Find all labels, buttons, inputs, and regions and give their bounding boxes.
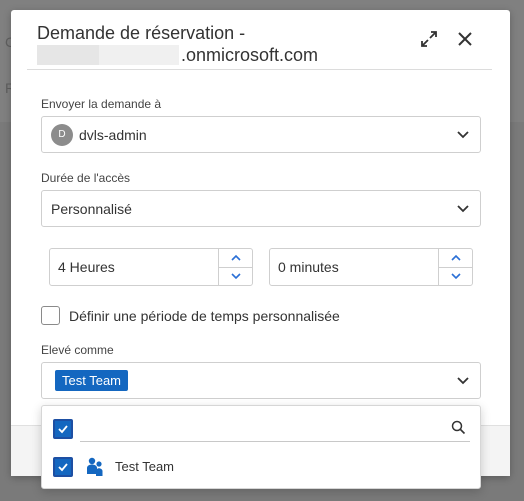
- team-option-checkbox[interactable]: [53, 457, 73, 477]
- select-all-checkbox[interactable]: [53, 419, 73, 439]
- custom-period-checkbox[interactable]: [41, 306, 60, 325]
- chevron-down-icon: [456, 201, 470, 218]
- send-to-value: dvls-admin: [79, 126, 147, 143]
- hours-decrement-button[interactable]: [219, 266, 252, 286]
- elevated-as-label: Elevé comme: [41, 343, 114, 357]
- dialog-title-line1: Demande de réservation -: [37, 23, 246, 43]
- redacted-tenant: [37, 45, 179, 65]
- team-dropdown-panel: Test Team: [41, 405, 481, 489]
- send-to-select[interactable]: D dvls-admin: [41, 116, 481, 153]
- elevated-as-select[interactable]: Test Team: [41, 362, 481, 399]
- chevron-down-icon: [456, 373, 470, 390]
- chevron-down-icon: [456, 127, 470, 144]
- check-icon: [55, 421, 71, 437]
- search-icon[interactable]: [451, 420, 466, 440]
- hours-value[interactable]: 4 Heures: [50, 259, 218, 275]
- dropdown-search-input[interactable]: [80, 414, 470, 442]
- minutes-value[interactable]: 0 minutes: [270, 259, 438, 275]
- chevron-up-icon: [230, 254, 241, 261]
- hours-stepper-buttons: [218, 249, 252, 285]
- dialog-title-line2: .onmicrosoft.com: [37, 44, 397, 66]
- custom-period-label: Définir une période de temps personnalis…: [69, 307, 340, 324]
- duration-value: Personnalisé: [51, 200, 132, 217]
- avatar: D: [51, 123, 73, 146]
- minutes-decrement-button[interactable]: [439, 266, 472, 286]
- duration-label: Durée de l'accès: [41, 171, 131, 185]
- check-icon: [55, 459, 71, 475]
- team-icon: [84, 456, 106, 483]
- close-icon[interactable]: [454, 28, 476, 50]
- selected-team-tag[interactable]: Test Team: [55, 370, 129, 391]
- team-option-label[interactable]: Test Team: [115, 459, 174, 474]
- dialog-title: Demande de réservation - .onmicrosoft.co…: [37, 22, 397, 66]
- hours-stepper[interactable]: 4 Heures: [49, 248, 253, 286]
- custom-period-row[interactable]: Définir une période de temps personnalis…: [41, 306, 340, 325]
- minutes-stepper[interactable]: 0 minutes: [269, 248, 473, 286]
- minutes-stepper-buttons: [438, 249, 472, 285]
- header-divider: [27, 69, 492, 70]
- duration-select[interactable]: Personnalisé: [41, 190, 481, 227]
- hours-increment-button[interactable]: [219, 249, 252, 267]
- chevron-down-icon: [230, 273, 241, 280]
- minutes-increment-button[interactable]: [439, 249, 472, 267]
- expand-icon[interactable]: [418, 28, 440, 50]
- chevron-up-icon: [450, 254, 461, 261]
- send-to-label: Envoyer la demande à: [41, 97, 162, 111]
- chevron-down-icon: [450, 273, 461, 280]
- dialog-title-domain: .onmicrosoft.com: [181, 45, 319, 65]
